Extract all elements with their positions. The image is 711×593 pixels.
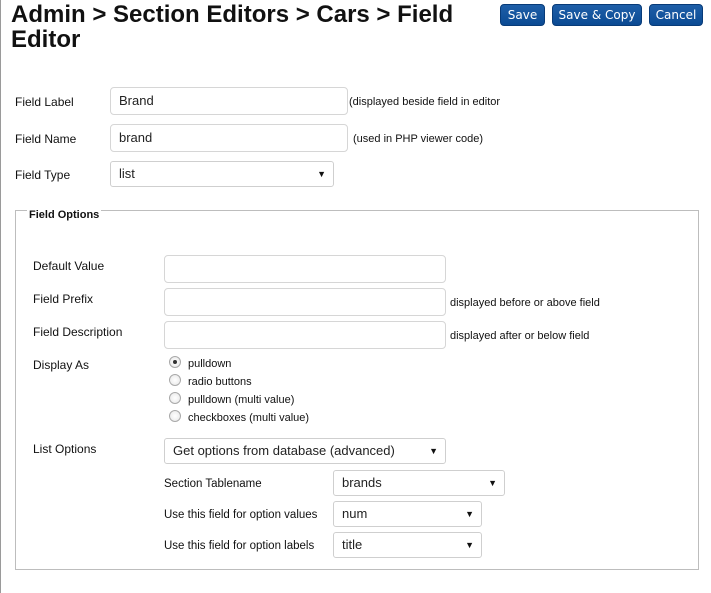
field-prefix-label: Field Prefix <box>33 292 94 306</box>
list-options-label: List Options <box>33 442 97 456</box>
list-options-value: Get options from database (advanced) <box>173 443 395 458</box>
section-tablename-select[interactable]: brands ▼ <box>333 470 505 496</box>
radio-checkboxes-multi-label: checkboxes (multi value) <box>188 412 310 424</box>
list-options-select[interactable]: Get options from database (advanced) ▼ <box>164 438 446 464</box>
field-label-label: Field Label <box>15 95 74 109</box>
field-label-input[interactable]: Brand <box>110 87 348 115</box>
field-type-value: list <box>119 166 135 181</box>
radio-pulldown[interactable] <box>169 356 181 368</box>
caret-down-icon: ▼ <box>429 446 438 456</box>
field-type-label: Field Type <box>15 168 71 182</box>
default-value-label: Default Value <box>33 259 105 273</box>
field-name-hint: (used in PHP viewer code) <box>353 133 484 145</box>
display-as-label: Display As <box>33 358 90 372</box>
field-label-hint: (displayed beside field in editor <box>349 96 501 108</box>
field-name-label: Field Name <box>15 132 77 146</box>
option-values-label: Use this field for option values <box>164 509 318 521</box>
save-button[interactable]: Save <box>500 4 545 26</box>
field-description-hint: displayed after or below field <box>450 330 590 342</box>
radio-pulldown-label: pulldown <box>188 358 232 370</box>
radio-pulldown-multi[interactable] <box>169 392 181 404</box>
option-labels-select[interactable]: title ▼ <box>333 532 482 558</box>
option-labels-label: Use this field for option labels <box>164 540 315 552</box>
save-copy-button[interactable]: Save & Copy <box>552 4 642 26</box>
caret-down-icon: ▼ <box>465 509 474 519</box>
radio-pulldown-multi-label: pulldown (multi value) <box>188 394 295 406</box>
field-name-input[interactable]: brand <box>110 124 348 152</box>
option-values-value: num <box>342 506 368 521</box>
radio-radio-buttons-label: radio buttons <box>188 376 252 388</box>
field-prefix-hint: displayed before or above field <box>450 297 600 309</box>
field-description-input[interactable] <box>164 321 446 349</box>
cancel-button[interactable]: Cancel <box>649 4 703 26</box>
section-tablename-label: Section Tablename <box>164 478 262 490</box>
left-border <box>0 0 1 593</box>
section-tablename-value: brands <box>342 475 382 490</box>
radio-checkboxes-multi[interactable] <box>169 410 181 422</box>
caret-down-icon: ▼ <box>488 478 497 488</box>
default-value-input[interactable] <box>164 255 446 283</box>
field-options-legend: Field Options <box>27 209 102 221</box>
field-type-select[interactable]: list ▼ <box>110 161 334 187</box>
caret-down-icon: ▼ <box>317 169 326 179</box>
caret-down-icon: ▼ <box>465 540 474 550</box>
page-title: Admin > Section Editors > Cars > Field E… <box>11 1 454 53</box>
option-labels-value: title <box>342 537 363 552</box>
field-prefix-input[interactable] <box>164 288 446 316</box>
radio-radio-buttons[interactable] <box>169 374 181 386</box>
option-values-select[interactable]: num ▼ <box>333 501 482 527</box>
field-description-label: Field Description <box>33 325 123 339</box>
